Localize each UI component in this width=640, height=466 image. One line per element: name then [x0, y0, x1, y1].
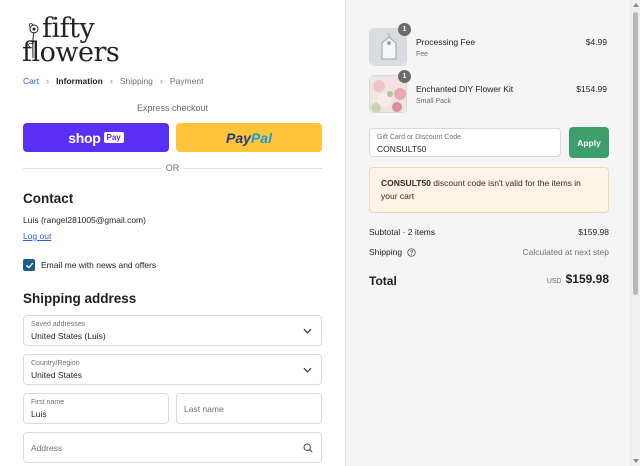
logout-link[interactable]: Log out — [23, 231, 51, 241]
paypal-wordmark: PayPal — [226, 130, 272, 146]
store-logo[interactable]: fifty flowers — [22, 14, 120, 68]
checkout-main-column: fifty flowers Cart › Information › Shipp… — [0, 0, 345, 466]
newsletter-checkbox-row[interactable]: Email me with news and offers — [23, 259, 156, 271]
address-field[interactable]: Address — [23, 432, 322, 463]
order-summary-panel: 1 Processing Fee Fee $4.99 1 Enchanted D… — [345, 0, 630, 466]
chevron-down-icon — [303, 328, 312, 334]
shop-pay-badge: Pay — [103, 132, 124, 143]
newsletter-checkbox[interactable] — [23, 259, 35, 271]
breadcrumb-payment: Payment — [169, 76, 204, 86]
breadcrumb: Cart › Information › Shipping › Payment — [23, 76, 203, 86]
shipping-label: Shipping — [369, 247, 403, 257]
shop-pay-wordmark: shop — [68, 129, 101, 146]
line-item: 1 Processing Fee Fee $4.99 — [369, 23, 609, 68]
line-item-variant: Fee — [416, 51, 429, 58]
express-checkout-label: Express checkout — [136, 103, 209, 113]
breadcrumb-cart[interactable]: Cart — [23, 76, 39, 86]
last-name-field[interactable]: Last name — [176, 393, 322, 424]
discount-code-field[interactable]: Gift Card or Discount Code CONSULT50 — [369, 128, 561, 157]
divider-line — [184, 168, 322, 169]
shipping-row: Shipping Calculated at next step — [369, 247, 609, 257]
line-item: 1 Enchanted DIY Flower Kit Small Pack $1… — [369, 70, 609, 115]
line-item-thumbnail: 1 — [369, 70, 411, 113]
apply-discount-button[interactable]: Apply — [569, 127, 609, 158]
quantity-badge: 1 — [398, 23, 411, 36]
total-currency: USD — [546, 278, 562, 285]
discount-code-label: Gift Card or Discount Code — [377, 134, 462, 141]
help-circle-icon[interactable] — [407, 248, 417, 257]
breadcrumb-shipping: Shipping — [119, 76, 153, 86]
first-name-label: First name — [31, 399, 65, 406]
scroll-up-arrow-icon[interactable] — [633, 3, 639, 7]
page-scrollbar[interactable] — [630, 0, 640, 466]
total-value: $159.98 — [565, 272, 609, 286]
saved-addresses-label: Saved addresses — [31, 321, 86, 328]
newsletter-label: Email me with news and offers — [41, 260, 157, 270]
checkmark-icon — [25, 262, 33, 268]
total-row: Total USD $159.98 — [369, 272, 609, 290]
chevron-right-icon: › — [159, 76, 163, 86]
shop-pay-button[interactable]: shop Pay — [23, 123, 169, 152]
country-select[interactable]: Country/Region United States — [23, 354, 322, 385]
discount-code-value: CONSULT50 — [377, 144, 427, 154]
country-label: Country/Region — [31, 360, 80, 367]
total-amount-group: USD $159.98 — [547, 272, 609, 286]
line-item-price: $154.99 — [576, 84, 607, 94]
country-value: United States — [31, 370, 83, 380]
breadcrumb-information: Information — [56, 76, 103, 86]
discount-error-banner: CONSULT50 discount code isn't valid for … — [369, 167, 609, 213]
error-code: CONSULT50 — [381, 178, 431, 188]
chevron-right-icon: › — [46, 76, 50, 86]
last-name-placeholder: Last name — [184, 403, 224, 414]
first-name-value: Luis — [31, 409, 47, 419]
paypal-button[interactable]: PayPal — [176, 123, 322, 152]
shipping-address-heading: Shipping address — [23, 291, 137, 306]
total-label: Total — [369, 274, 397, 288]
saved-addresses-select[interactable]: Saved addresses United States (Luis) — [23, 315, 322, 346]
search-icon — [303, 442, 313, 453]
line-item-name: Processing Fee — [416, 37, 476, 47]
address-placeholder: Address — [31, 442, 63, 453]
subtotal-label: Subtotal · 2 items — [369, 227, 436, 237]
contact-heading: Contact — [23, 191, 74, 206]
scroll-down-arrow-icon[interactable] — [633, 459, 639, 463]
line-item-thumbnail: 1 — [369, 23, 411, 66]
contact-email: Luis (rangel281005@gmail.com) — [23, 215, 146, 225]
line-item-variant: Small Pack — [416, 98, 452, 105]
logo-text-flowers: flowers — [22, 37, 120, 68]
paypal-wordmark-pay: Pay — [226, 129, 251, 146]
or-divider: OR — [23, 162, 322, 174]
line-item-name: Enchanted DIY Flower Kit — [416, 84, 514, 94]
saved-addresses-value: United States (Luis) — [31, 331, 106, 341]
chevron-down-icon — [303, 367, 312, 373]
paypal-wordmark-pal: Pal — [250, 129, 272, 146]
shipping-value: Calculated at next step — [522, 247, 609, 257]
line-item-price: $4.99 — [585, 37, 607, 47]
subtotal-value: $159.98 — [578, 227, 609, 237]
subtotal-row: Subtotal · 2 items $159.98 — [369, 227, 609, 237]
scrollbar-thumb[interactable] — [633, 12, 638, 295]
chevron-right-icon: › — [109, 76, 113, 86]
quantity-badge: 1 — [398, 70, 411, 83]
first-name-field[interactable]: First name Luis — [23, 393, 169, 424]
